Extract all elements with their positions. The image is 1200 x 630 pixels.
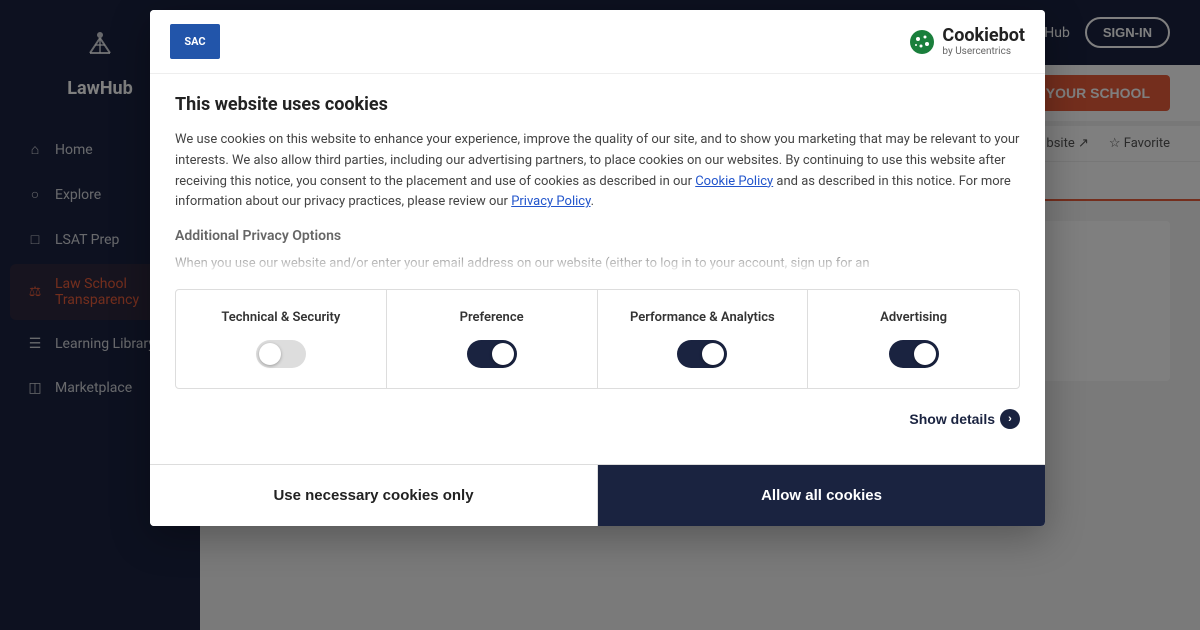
modal-footer: Use necessary cookies only Allow all coo… [150,464,1045,526]
modal-description: We use cookies on this website to enhanc… [175,130,1020,213]
sac-logo: SAC [170,24,220,59]
category-technical: Technical & Security [176,290,387,388]
cookiebot-logo: Cookiebot by Usercentrics [908,25,1025,58]
show-details-label: Show details [909,411,995,427]
privacy-policy-link[interactable]: Privacy Policy [511,194,590,209]
category-performance: Performance & Analytics [598,290,809,388]
cookie-modal: SAC Cookiebot by Usercentrics This websi… [150,10,1045,526]
sac-text: SAC [184,35,205,48]
additional-privacy-title: Additional Privacy Options [175,228,1020,244]
use-necessary-button[interactable]: Use necessary cookies only [150,465,598,526]
toggle-performance[interactable] [677,340,727,368]
cookie-policy-link[interactable]: Cookie Policy [695,174,773,189]
show-details-button[interactable]: Show details › [909,409,1020,429]
category-performance-label: Performance & Analytics [630,310,775,325]
cookiebot-sub: by Usercentrics [942,46,1025,58]
additional-privacy-text: When you use our website and/or enter yo… [175,254,1020,274]
category-preference-label: Preference [460,310,524,325]
chevron-right-icon: › [1000,409,1020,429]
cookiebot-icon [908,28,936,56]
category-advertising-label: Advertising [880,310,947,325]
category-preference: Preference [387,290,598,388]
allow-all-button[interactable]: Allow all cookies [598,465,1045,526]
period-text: . [591,194,594,209]
modal-title: This website uses cookies [175,94,1020,115]
cookiebot-brand-info: Cookiebot by Usercentrics [942,25,1025,58]
toggle-advertising[interactable] [889,340,939,368]
category-advertising: Advertising [808,290,1019,388]
modal-body: This website uses cookies We use cookies… [150,74,1045,464]
toggle-preference[interactable] [467,340,517,368]
modal-header: SAC Cookiebot by Usercentrics [150,10,1045,74]
toggle-technical[interactable] [256,340,306,368]
cookiebot-brand: Cookiebot [942,25,1025,46]
category-technical-label: Technical & Security [221,310,340,325]
show-details-row: Show details › [175,404,1020,444]
cookie-categories-grid: Technical & Security Preference Perf [175,289,1020,389]
modal-logo-left: SAC [170,24,220,59]
